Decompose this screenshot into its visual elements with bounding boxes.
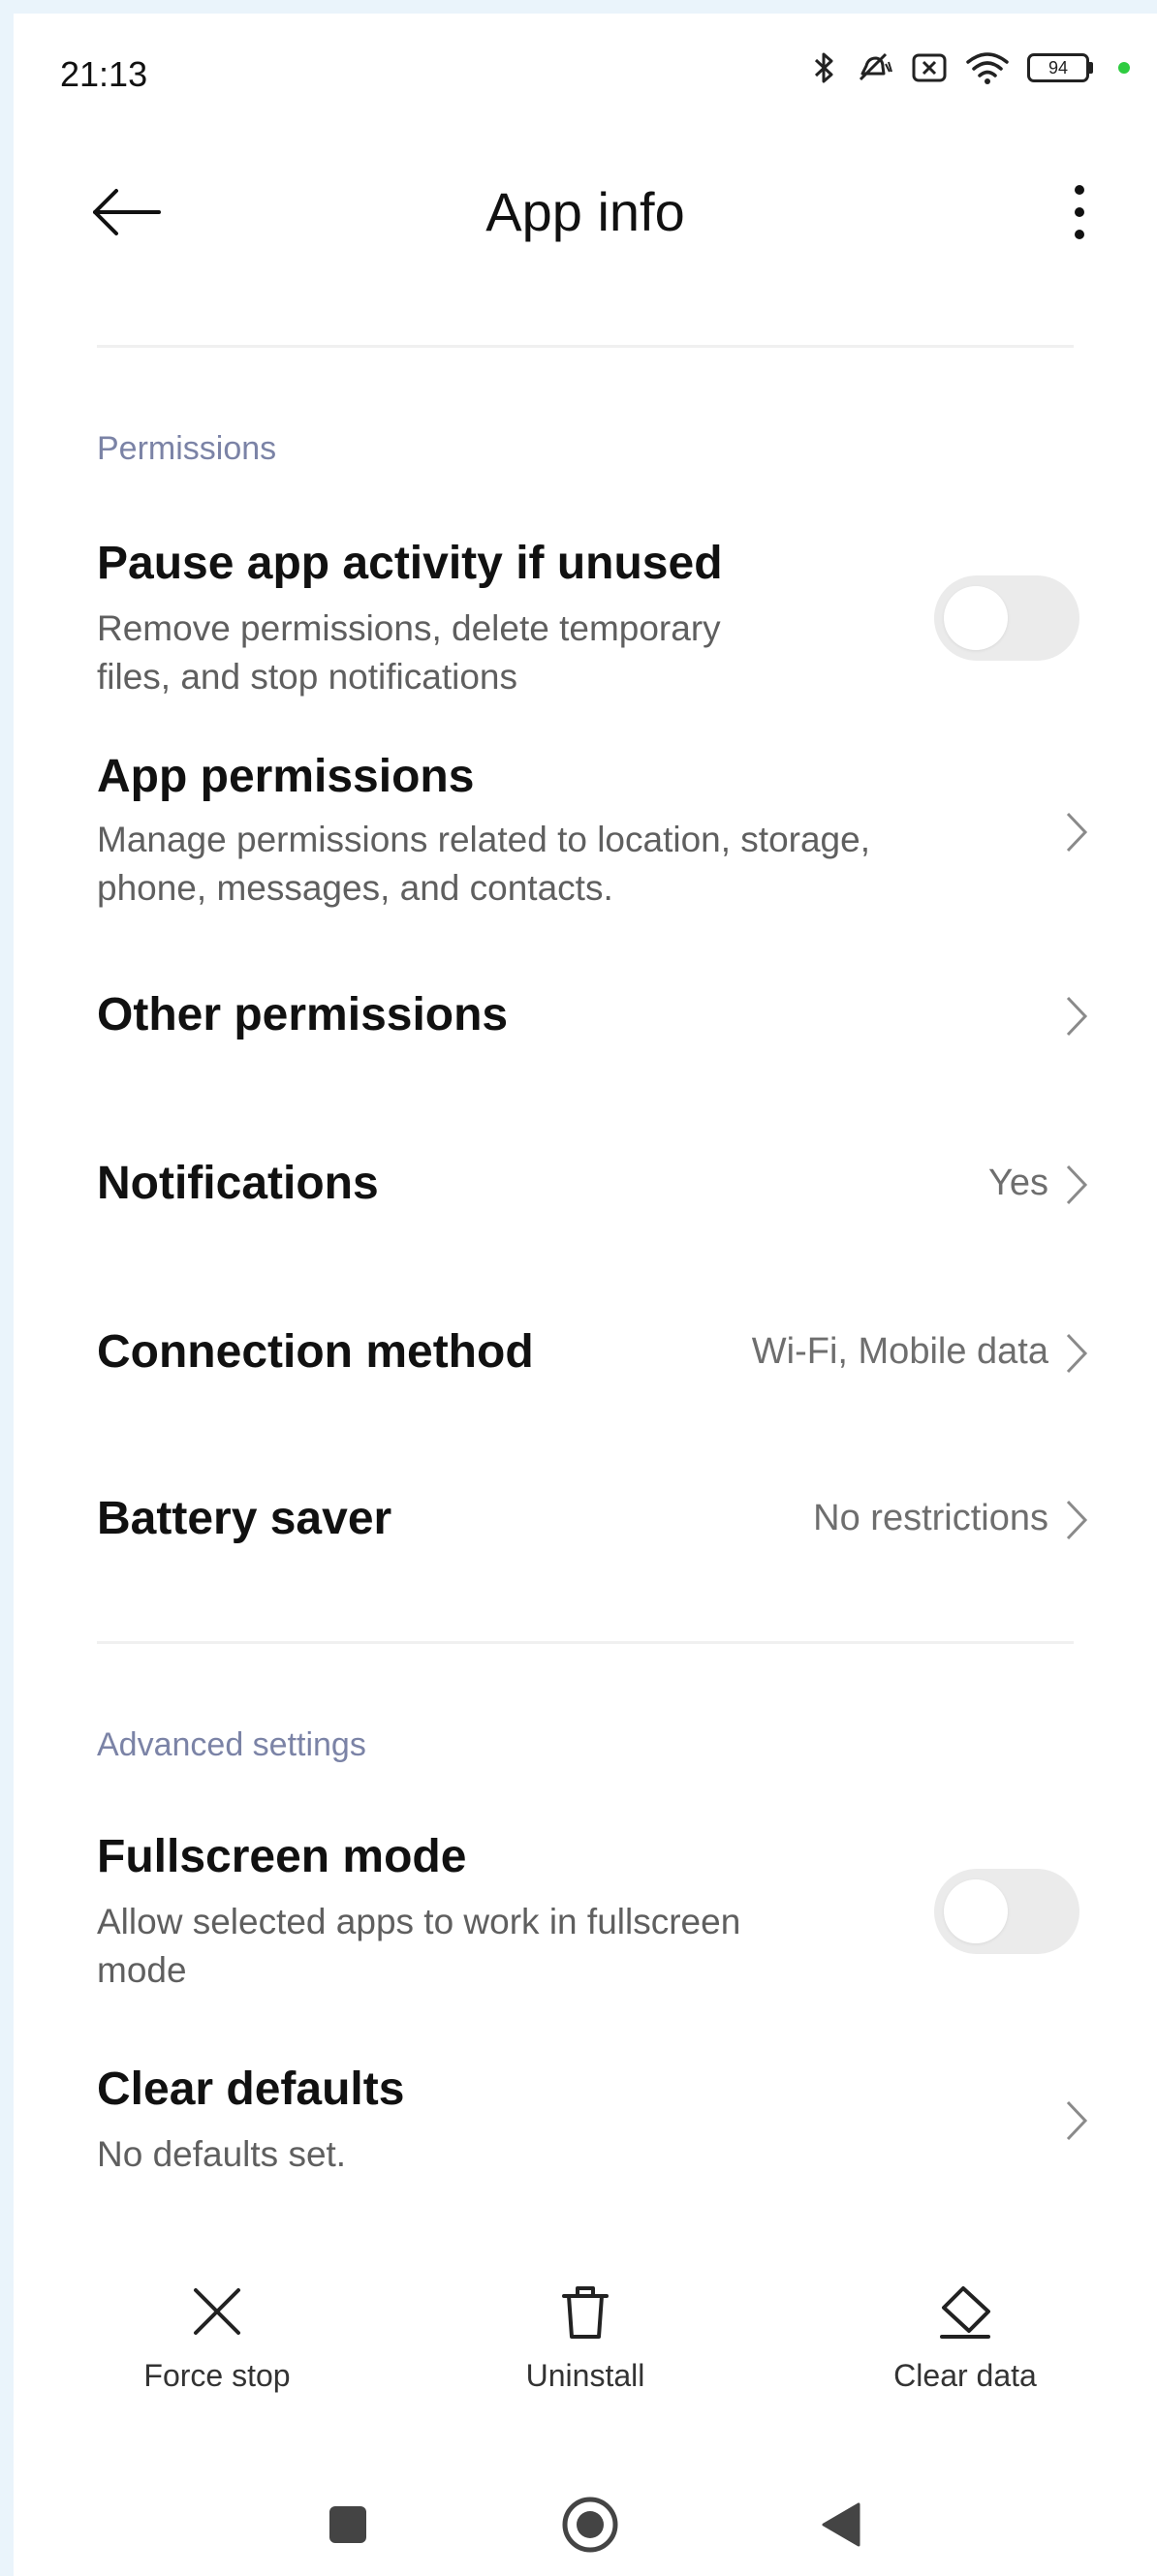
more-options-button[interactable] xyxy=(1060,178,1099,246)
row-subtitle-line: Manage permissions related to location, … xyxy=(97,820,870,859)
close-icon xyxy=(194,2288,240,2335)
row-title: Fullscreen mode xyxy=(97,1831,467,1882)
row-title: Other permissions xyxy=(97,989,509,1040)
battery-icon: 94 xyxy=(1027,53,1093,82)
pause-activity-toggle[interactable] xyxy=(934,575,1079,661)
row-title: Battery saver xyxy=(97,1493,392,1544)
row-value: Yes xyxy=(988,1163,1048,1203)
chevron-right-icon xyxy=(1066,1500,1088,1540)
action-label: Clear data xyxy=(893,2358,1037,2393)
row-clear-defaults[interactable]: Clear defaults No defaults set. xyxy=(14,2043,1157,2208)
row-value: No restrictions xyxy=(813,1498,1048,1538)
row-other-permissions[interactable]: Other permissions xyxy=(14,944,1157,1099)
mute-icon xyxy=(855,50,893,85)
row-notifications[interactable]: Notifications Yes xyxy=(14,1112,1157,1267)
row-subtitle: Manage permissions related to location, … xyxy=(97,816,870,913)
row-app-permissions[interactable]: App permissions Manage permissions relat… xyxy=(14,730,1157,924)
row-title: Pause app activity if unused xyxy=(97,538,723,589)
row-subtitle-line: phone, messages, and contacts. xyxy=(97,868,613,908)
row-subtitle: Allow selected apps to work in fullscree… xyxy=(97,1898,740,1995)
header: App info xyxy=(14,159,1157,265)
row-subtitle-line: Remove permissions, delete temporary xyxy=(97,608,721,648)
trash-icon xyxy=(562,2286,609,2339)
chevron-right-icon xyxy=(1066,2100,1088,2141)
bluetooth-icon xyxy=(812,50,837,85)
status-time: 21:13 xyxy=(60,54,148,94)
back-nav-button[interactable] xyxy=(808,2491,876,2559)
force-stop-button[interactable]: Force stop xyxy=(91,2281,343,2416)
row-title: App permissions xyxy=(97,751,475,802)
no-sim-icon xyxy=(911,51,948,84)
wifi-icon xyxy=(965,50,1010,85)
row-pause-app-activity[interactable]: Pause app activity if unused Remove perm… xyxy=(14,517,1157,711)
triangle-back-icon xyxy=(822,2502,860,2547)
row-subtitle: No defaults set. xyxy=(97,2134,347,2174)
row-title: Clear defaults xyxy=(97,2064,405,2115)
row-subtitle-line: Allow selected apps to work in fullscree… xyxy=(97,1902,741,1941)
action-label: Force stop xyxy=(143,2358,291,2393)
action-label: Uninstall xyxy=(525,2358,645,2393)
chevron-right-icon xyxy=(1066,996,1088,1037)
chevron-right-icon xyxy=(1066,812,1088,853)
row-title: Connection method xyxy=(97,1326,534,1378)
divider xyxy=(97,345,1074,348)
fullscreen-mode-toggle[interactable] xyxy=(934,1869,1079,1954)
section-header-permissions: Permissions xyxy=(97,430,277,467)
home-circle-icon xyxy=(562,2497,618,2553)
toggle-knob xyxy=(944,1879,1008,1943)
section-header-advanced: Advanced settings xyxy=(97,1726,366,1763)
chevron-right-icon xyxy=(1066,1164,1088,1205)
chevron-right-icon xyxy=(1066,1333,1088,1374)
status-bar: 21:13 94 xyxy=(14,14,1157,130)
row-title: Notifications xyxy=(97,1158,379,1209)
battery-level: 94 xyxy=(1027,53,1089,82)
divider xyxy=(97,1641,1074,1644)
square-icon xyxy=(329,2506,366,2543)
row-subtitle: Remove permissions, delete temporary fil… xyxy=(97,605,721,701)
row-subtitle-line: files, and stop notifications xyxy=(97,657,517,697)
clear-data-button[interactable]: Clear data xyxy=(839,2281,1091,2416)
row-value: Wi-Fi, Mobile data xyxy=(751,1331,1048,1372)
row-subtitle-line: mode xyxy=(97,1950,187,1990)
row-fullscreen-mode[interactable]: Fullscreen mode Allow selected apps to w… xyxy=(14,1811,1157,2004)
app-info-screen: 21:13 94 App info Permissions Pause app … xyxy=(14,14,1157,2576)
navigation-bar xyxy=(14,2479,1157,2566)
status-icons: 94 xyxy=(812,50,1130,85)
recent-apps-button[interactable] xyxy=(314,2491,382,2559)
more-vertical-icon xyxy=(1075,185,1084,239)
row-battery-saver[interactable]: Battery saver No restrictions xyxy=(14,1447,1157,1602)
uninstall-button[interactable]: Uninstall xyxy=(459,2281,711,2416)
home-button[interactable] xyxy=(556,2491,624,2559)
charging-dot xyxy=(1118,62,1130,74)
row-connection-method[interactable]: Connection method Wi-Fi, Mobile data xyxy=(14,1281,1157,1436)
page-title: App info xyxy=(485,181,685,242)
eraser-icon xyxy=(940,2286,990,2339)
toggle-knob xyxy=(944,586,1008,650)
